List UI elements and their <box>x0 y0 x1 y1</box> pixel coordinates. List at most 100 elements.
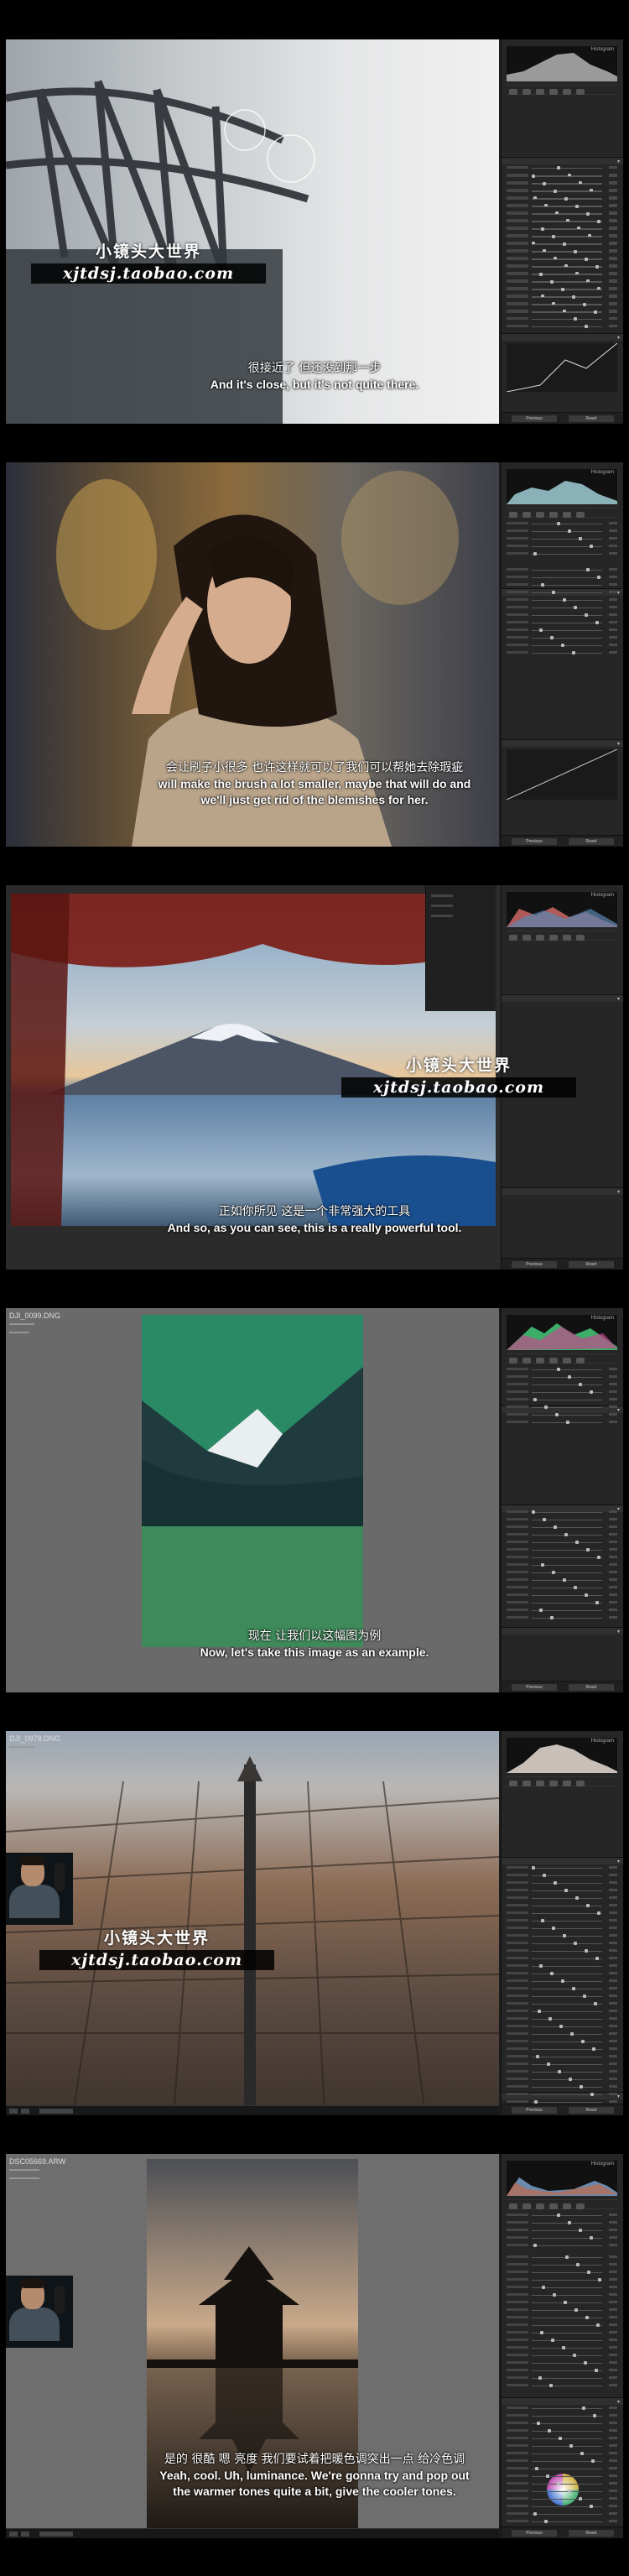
slider-row[interactable] <box>507 1570 617 1575</box>
tool-strip[interactable] <box>507 1776 617 1786</box>
reset-button[interactable]: Reset <box>569 838 614 845</box>
tool-strip[interactable] <box>507 1353 617 1364</box>
slider-row[interactable] <box>507 2001 617 2006</box>
slider-row[interactable] <box>507 2277 617 2282</box>
slider-row[interactable] <box>507 204 617 209</box>
slider-row[interactable] <box>507 2443 617 2448</box>
slider-row[interactable] <box>507 1382 617 1387</box>
slider-row[interactable] <box>507 521 617 526</box>
slider-row[interactable] <box>507 650 617 655</box>
photo-canvas[interactable]: DJI_0978.DNG ▬▬▬▬▬ <box>6 1731 499 2115</box>
slider-row[interactable] <box>507 1555 617 1560</box>
previous-button[interactable]: Previous <box>512 2107 557 2114</box>
slider-row[interactable] <box>507 264 617 269</box>
panel-section-header[interactable]: ▾ <box>502 333 623 341</box>
slider-row[interactable] <box>507 2243 617 2248</box>
slider-row[interactable] <box>507 257 617 262</box>
slider-row[interactable] <box>507 2262 617 2267</box>
slider-row[interactable] <box>507 227 617 232</box>
slider-row[interactable] <box>507 2047 617 2052</box>
panel-section-header[interactable]: ▾ <box>502 1187 623 1195</box>
slider-row[interactable] <box>507 1420 617 1425</box>
slider-row[interactable] <box>507 2039 617 2044</box>
slider-row[interactable] <box>507 2323 617 2328</box>
slider-row[interactable] <box>507 1880 617 1885</box>
slider-row[interactable] <box>507 1933 617 1938</box>
slider-row[interactable] <box>507 2220 617 2225</box>
tool-strip[interactable] <box>507 508 617 518</box>
slider-row[interactable] <box>507 1926 617 1931</box>
slider-row[interactable] <box>507 1873 617 1878</box>
filmstrip[interactable] <box>6 2105 499 2115</box>
slider-row[interactable] <box>507 567 617 572</box>
reset-button[interactable]: Reset <box>569 1684 614 1691</box>
slider-row[interactable] <box>507 1888 617 1893</box>
slider-row[interactable] <box>507 2292 617 2297</box>
slider-row[interactable] <box>507 1963 617 1969</box>
slider-row[interactable] <box>507 2024 617 2029</box>
previous-button[interactable]: Previous <box>512 415 557 422</box>
slider-row[interactable] <box>507 2092 617 2097</box>
slider-row[interactable] <box>507 2315 617 2320</box>
slider-row[interactable] <box>507 597 617 602</box>
slider-row[interactable] <box>507 279 617 284</box>
slider-row[interactable] <box>507 628 617 633</box>
slider-row[interactable] <box>507 2084 617 2089</box>
slider-row[interactable] <box>507 2338 617 2343</box>
tool-strip[interactable] <box>507 931 617 941</box>
slider-row[interactable] <box>507 2345 617 2350</box>
slider-row[interactable] <box>507 643 617 648</box>
previous-button[interactable]: Previous <box>512 1261 557 1268</box>
slider-row[interactable] <box>507 1397 617 1402</box>
slider-row[interactable] <box>507 2375 617 2380</box>
slider-row[interactable] <box>507 1517 617 1522</box>
slider-row[interactable] <box>507 287 617 292</box>
slider-row[interactable] <box>507 575 617 580</box>
slider-row[interactable] <box>507 1979 617 1984</box>
slider-row[interactable] <box>507 2228 617 2233</box>
slider-row[interactable] <box>507 2270 617 2275</box>
slider-row[interactable] <box>507 272 617 277</box>
slider-row[interactable] <box>507 2077 617 2082</box>
slider-row[interactable] <box>507 2285 617 2290</box>
slider-row[interactable] <box>507 165 617 170</box>
slider-row[interactable] <box>507 2413 617 2418</box>
slider-row[interactable] <box>507 1911 617 1916</box>
panel-section-header[interactable]: ▾ <box>502 739 623 747</box>
slider-row[interactable] <box>507 1405 617 1410</box>
panel-section-header[interactable]: ▾ <box>502 994 623 1002</box>
slider-row[interactable] <box>507 1532 617 1537</box>
previous-button[interactable]: Previous <box>512 2530 557 2537</box>
slider-row[interactable] <box>507 219 617 224</box>
slider-row[interactable] <box>507 1525 617 1530</box>
slider-row[interactable] <box>507 2360 617 2365</box>
slider-row[interactable] <box>507 2031 617 2036</box>
panel-section-header[interactable]: ▾ <box>502 1857 623 1864</box>
slider-row[interactable] <box>507 249 617 254</box>
slider-row[interactable] <box>507 1390 617 1395</box>
slider-row[interactable] <box>507 1956 617 1961</box>
slider-row[interactable] <box>507 1374 617 1379</box>
reset-button[interactable]: Reset <box>569 1261 614 1268</box>
slider-row[interactable] <box>507 2511 617 2516</box>
slider-row[interactable] <box>507 1994 617 1999</box>
slider-row[interactable] <box>507 2099 617 2104</box>
slider-row[interactable] <box>507 1577 617 1583</box>
slider-row[interactable] <box>507 2062 617 2067</box>
slider-row[interactable] <box>507 2368 617 2373</box>
reset-button[interactable]: Reset <box>569 2107 614 2114</box>
slider-row[interactable] <box>507 1615 617 1620</box>
slider-row[interactable] <box>507 2428 617 2433</box>
slider-row[interactable] <box>507 590 617 595</box>
slider-row[interactable] <box>507 2436 617 2441</box>
slider-row[interactable] <box>507 189 617 194</box>
filmstrip[interactable] <box>6 2528 499 2538</box>
slider-row[interactable] <box>507 174 617 179</box>
slider-row[interactable] <box>507 2330 617 2335</box>
slider-row[interactable] <box>507 1941 617 1946</box>
previous-button[interactable]: Previous <box>512 1684 557 1691</box>
slider-row[interactable] <box>507 620 617 625</box>
slider-row[interactable] <box>507 295 617 300</box>
tool-strip[interactable] <box>507 2199 617 2209</box>
slider-row[interactable] <box>507 529 617 534</box>
